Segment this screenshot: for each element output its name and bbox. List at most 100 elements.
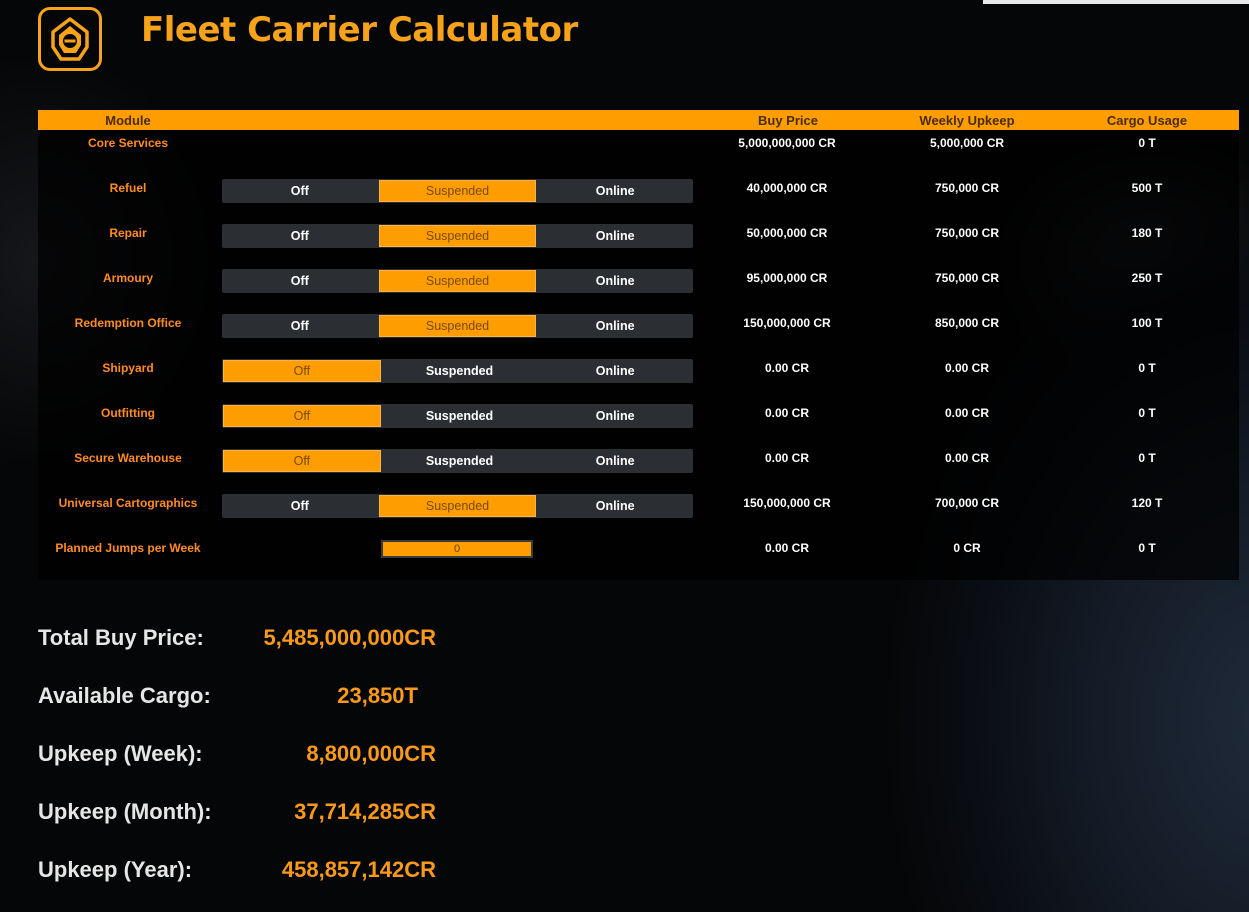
table-row-redemption-office: Redemption Office Off Suspended Online 1…: [38, 314, 1239, 361]
toggle-suspended[interactable]: Suspended: [382, 449, 538, 473]
buy-price-value: 95,000,000 CR: [746, 271, 828, 285]
buy-price-value: 0.00 CR: [764, 406, 810, 420]
state-toggle[interactable]: Off Suspended Online: [222, 224, 693, 248]
module-name: Repair: [109, 226, 147, 240]
weekly-upkeep-value: 0 CR: [953, 541, 981, 555]
table-header: Module Buy Price Weekly Upkeep Cargo Usa…: [38, 110, 1239, 130]
table-row-universal-cartographics: Universal Cartographics Off Suspended On…: [38, 494, 1239, 541]
buy-price-value: 0.00 CR: [764, 451, 810, 465]
toggle-online[interactable]: Online: [537, 179, 693, 203]
module-name: Core Services: [87, 136, 169, 150]
module-name: Planned Jumps per Week: [55, 541, 201, 555]
page-title: Fleet Carrier Calculator: [141, 10, 578, 50]
module-name: Secure Warehouse: [74, 451, 182, 465]
toggle-online[interactable]: Online: [537, 494, 693, 518]
toggle-online[interactable]: Online: [537, 224, 693, 248]
module-name: Refuel: [109, 181, 147, 195]
summary-label: Upkeep (Year):: [38, 857, 193, 882]
toggle-online[interactable]: Online: [537, 359, 693, 383]
modules-table: Module Buy Price Weekly Upkeep Cargo Usa…: [38, 110, 1239, 580]
summary-total-buy-price: Total Buy Price: 5,485,000,000CR: [38, 625, 436, 655]
summary-upkeep-month: Upkeep (Month): 37,714,285CR: [38, 799, 436, 829]
toggle-online[interactable]: Online: [537, 269, 693, 293]
weekly-upkeep-value: 5,000,000 CR: [929, 136, 1005, 150]
summary-value: 458,857,142CR: [281, 857, 436, 882]
toggle-online[interactable]: Online: [537, 314, 693, 338]
toggle-suspended[interactable]: Suspended: [378, 225, 537, 247]
state-toggle[interactable]: Off Suspended Online: [222, 179, 693, 203]
state-toggle[interactable]: Off Suspended Online: [222, 449, 693, 473]
toggle-suspended[interactable]: Suspended: [378, 315, 537, 337]
cargo-usage-value: 0 T: [1138, 406, 1156, 420]
module-name: Redemption Office: [74, 316, 182, 330]
toggle-off[interactable]: Off: [222, 314, 378, 338]
weekly-upkeep-value: 750,000 CR: [934, 226, 1000, 240]
summary-label: Upkeep (Week):: [38, 741, 203, 766]
cargo-usage-value: 120 T: [1131, 496, 1163, 510]
window-edge: [983, 0, 1249, 4]
buy-price-value: 40,000,000 CR: [746, 181, 828, 195]
summary-value: 37,714,285CR: [294, 799, 436, 824]
summary-value: 23,850T: [337, 683, 418, 708]
cargo-usage-value: 0 T: [1138, 361, 1156, 375]
state-toggle[interactable]: Off Suspended Online: [222, 404, 693, 428]
table-row-outfitting: Outfitting Off Suspended Online 0.00 CR …: [38, 404, 1239, 451]
toggle-suspended[interactable]: Suspended: [382, 404, 538, 428]
toggle-online[interactable]: Online: [537, 404, 693, 428]
summary-label: Total Buy Price:: [38, 625, 204, 650]
header-buy-price: Buy Price: [758, 113, 818, 128]
module-name: Universal Cartographics: [58, 496, 198, 510]
summary-label: Upkeep (Month):: [38, 799, 212, 824]
table-row-repair: Repair Off Suspended Online 50,000,000 C…: [38, 224, 1239, 271]
toggle-suspended[interactable]: Suspended: [382, 359, 538, 383]
planned-jumps-input[interactable]: [381, 540, 533, 558]
buy-price-value: 150,000,000 CR: [743, 316, 831, 330]
toggle-off[interactable]: Off: [223, 405, 381, 427]
weekly-upkeep-value: 850,000 CR: [934, 316, 1000, 330]
summary-value: 5,485,000,000CR: [263, 625, 436, 650]
summary-upkeep-week: Upkeep (Week): 8,800,000CR: [38, 741, 436, 771]
header-weekly-upkeep: Weekly Upkeep: [919, 113, 1015, 128]
buy-price-value: 5,000,000,000 CR: [738, 136, 836, 150]
header-module: Module: [105, 113, 151, 128]
toggle-suspended[interactable]: Suspended: [378, 495, 537, 517]
cargo-usage-value: 0 T: [1138, 541, 1156, 555]
table-row-shipyard: Shipyard Off Suspended Online 0.00 CR 0.…: [38, 359, 1239, 406]
summary-upkeep-year: Upkeep (Year): 458,857,142CR: [38, 857, 436, 887]
state-toggle[interactable]: Off Suspended Online: [222, 314, 693, 338]
summary-value: 8,800,000CR: [306, 741, 436, 766]
toggle-suspended[interactable]: Suspended: [378, 270, 537, 292]
module-name: Shipyard: [102, 361, 154, 375]
module-name: Armoury: [102, 271, 153, 285]
toggle-online[interactable]: Online: [537, 449, 693, 473]
header-cargo-usage: Cargo Usage: [1106, 113, 1188, 128]
toggle-off[interactable]: Off: [222, 494, 378, 518]
table-row-armoury: Armoury Off Suspended Online 95,000,000 …: [38, 269, 1239, 316]
summary-available-cargo: Available Cargo: 23,850T: [38, 683, 418, 713]
buy-price-value: 0.00 CR: [764, 541, 810, 555]
state-toggle[interactable]: Off Suspended Online: [222, 494, 693, 518]
toggle-off[interactable]: Off: [223, 450, 381, 472]
weekly-upkeep-value: 0.00 CR: [944, 451, 990, 465]
toggle-off[interactable]: Off: [222, 179, 378, 203]
buy-price-value: 0.00 CR: [764, 361, 810, 375]
toggle-suspended[interactable]: Suspended: [378, 180, 537, 202]
cargo-usage-value: 0 T: [1138, 451, 1156, 465]
cargo-usage-value: 500 T: [1131, 181, 1163, 195]
state-toggle[interactable]: Off Suspended Online: [222, 359, 693, 383]
table-row-core-services: Core Services 5,000,000,000 CR 5,000,000…: [38, 136, 1239, 181]
module-name: Outfitting: [101, 406, 155, 420]
fleet-carrier-logo-icon: [38, 7, 102, 71]
cargo-usage-value: 0 T: [1138, 136, 1156, 150]
toggle-off[interactable]: Off: [222, 224, 378, 248]
table-row-refuel: Refuel Off Suspended Online 40,000,000 C…: [38, 179, 1239, 226]
weekly-upkeep-value: 750,000 CR: [934, 271, 1000, 285]
toggle-off[interactable]: Off: [223, 360, 381, 382]
toggle-off[interactable]: Off: [222, 269, 378, 293]
table-row-secure-warehouse: Secure Warehouse Off Suspended Online 0.…: [38, 449, 1239, 496]
state-toggle[interactable]: Off Suspended Online: [222, 269, 693, 293]
buy-price-value: 50,000,000 CR: [746, 226, 828, 240]
weekly-upkeep-value: 750,000 CR: [934, 181, 1000, 195]
cargo-usage-value: 180 T: [1131, 226, 1163, 240]
weekly-upkeep-value: 700,000 CR: [934, 496, 1000, 510]
